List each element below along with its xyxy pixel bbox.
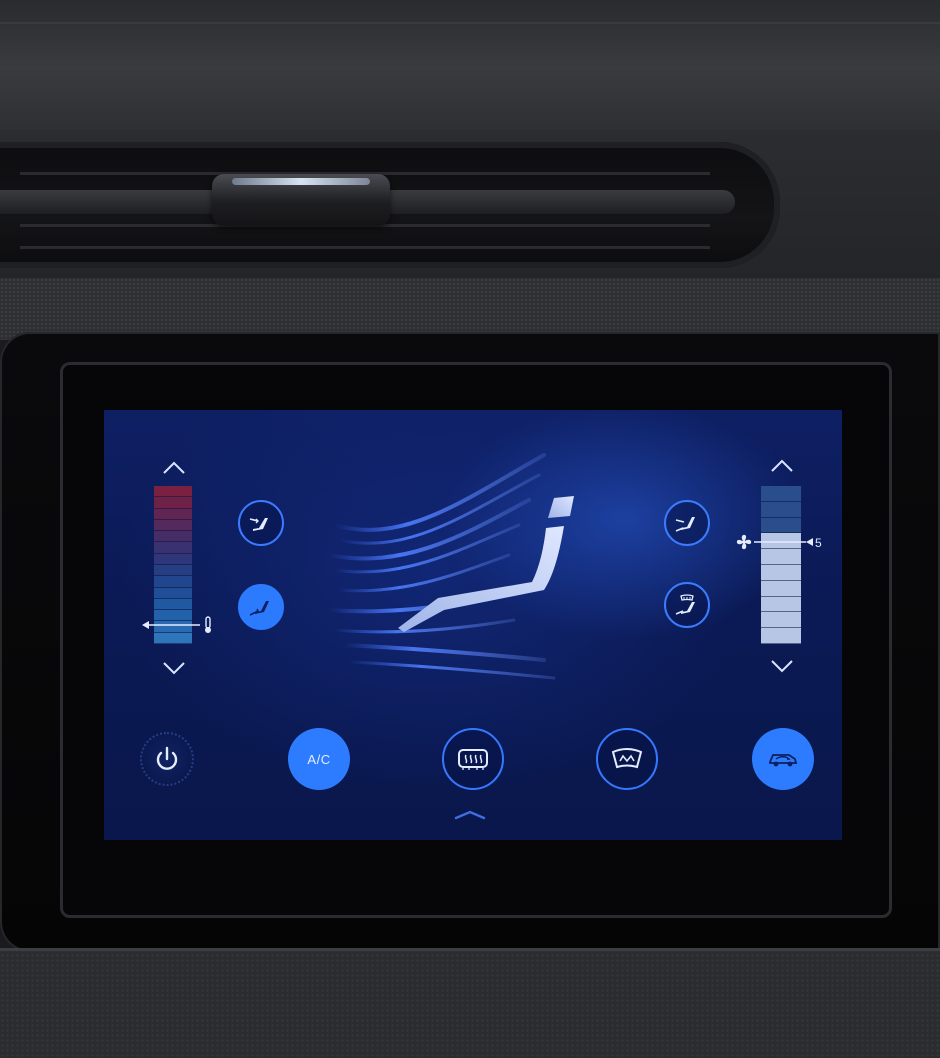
rear-defrost-icon: [458, 749, 488, 770]
climate-control-screen: 5 A/C: [104, 410, 842, 840]
air-vent-knob[interactable]: [212, 174, 390, 226]
fan-speed-segment: [761, 596, 801, 613]
temperature-segment: [154, 486, 192, 498]
temperature-segment: [154, 564, 192, 577]
temperature-segment: [154, 598, 192, 611]
dashboard-top-panel: [0, 0, 940, 150]
chevron-down-icon: [771, 660, 793, 673]
airflow-face-button[interactable]: [238, 500, 284, 546]
airflow-face-feet-button[interactable]: [664, 500, 710, 546]
fan-speed-segment: [761, 580, 801, 597]
chevron-up-icon: [163, 461, 185, 474]
power-button[interactable]: [140, 732, 194, 786]
dashboard-lower-panel: [0, 948, 940, 1058]
ac-button[interactable]: A/C: [288, 728, 350, 790]
fan-speed-scale[interactable]: [761, 486, 801, 644]
temperature-segment: [154, 519, 192, 532]
temperature-segment: [154, 542, 192, 554]
temperature-segment: [154, 553, 192, 565]
airflow-defrost-feet-icon: [675, 594, 695, 615]
temperature-up-button[interactable]: [160, 458, 188, 478]
airflow-feet-button[interactable]: [238, 584, 284, 630]
airflow-face-feet-icon: [675, 517, 695, 532]
panel-handle[interactable]: [450, 808, 490, 822]
airflow-feet-icon: [249, 601, 269, 616]
fan-speed-segment: [761, 486, 801, 502]
temperature-segment: [154, 508, 192, 520]
fan-level-indicator: [736, 534, 813, 550]
dashboard-trim: [0, 278, 940, 340]
fan-speed-segment: [761, 564, 801, 581]
fan-speed-segment: [761, 628, 801, 644]
chevron-up-icon: [454, 810, 486, 820]
seat-graphic: [398, 496, 574, 632]
front-defrost-icon: [611, 748, 643, 769]
ac-button-label: A/C: [307, 751, 331, 767]
recirculation-button[interactable]: [752, 728, 814, 790]
chevron-down-icon: [163, 662, 185, 675]
rear-defrost-button[interactable]: [442, 728, 504, 790]
power-icon: [156, 746, 178, 770]
fan-level-value: 5: [815, 536, 822, 550]
airflow-face-icon: [249, 518, 268, 531]
temperature-segment: [154, 576, 192, 588]
temperature-down-button[interactable]: [160, 658, 188, 678]
chevron-up-icon: [771, 459, 793, 472]
front-defrost-button[interactable]: [596, 728, 658, 790]
temperature-segment: [154, 497, 192, 509]
fan-icon: [736, 534, 752, 550]
fan-speed-segment: [761, 501, 801, 518]
recirculation-icon: [769, 754, 798, 767]
fan-speed-up-button[interactable]: [768, 456, 796, 476]
temperature-level-indicator: [142, 616, 211, 633]
fan-speed-segment: [761, 612, 801, 629]
thermometer-icon: [205, 616, 211, 633]
temperature-segment: [154, 531, 192, 543]
airflow-defrost-feet-button[interactable]: [664, 582, 710, 628]
fan-speed-down-button[interactable]: [768, 656, 796, 676]
temperature-segment: [154, 587, 192, 599]
